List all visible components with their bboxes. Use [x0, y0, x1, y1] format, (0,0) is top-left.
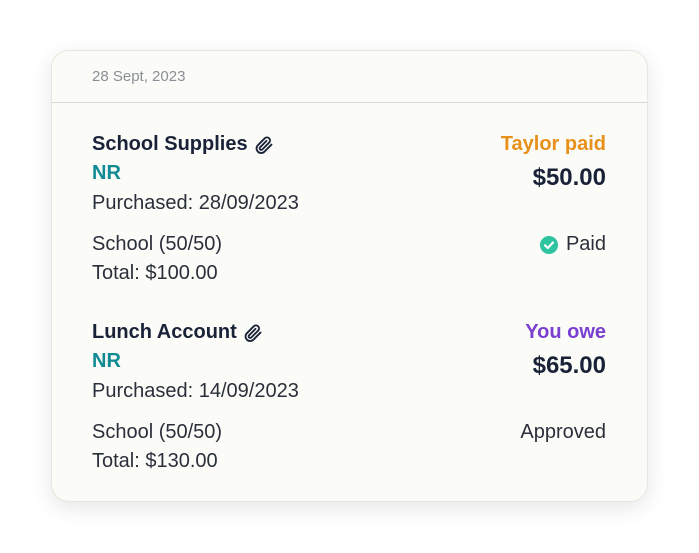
status-label: Approved	[520, 421, 606, 443]
payment-status: Approved	[520, 421, 606, 444]
expense-amount: $65.00	[532, 352, 606, 379]
expense-amount: $50.00	[532, 164, 606, 191]
payer-initials: NR	[92, 350, 121, 372]
expense-total: Total: $130.00	[92, 450, 218, 472]
date-label: 28 Sept, 2023	[92, 68, 186, 85]
expense-total: Total: $100.00	[92, 262, 218, 284]
purchase-date: Purchased: 28/09/2023	[92, 192, 299, 214]
payer-status: You owe	[525, 321, 606, 343]
purchase-date: Purchased: 14/09/2023	[92, 380, 299, 402]
payer-initials: NR	[92, 162, 121, 184]
payment-status: Paid	[539, 233, 606, 256]
date-header: 28 Sept, 2023	[52, 51, 647, 103]
paperclip-icon[interactable]	[243, 323, 263, 343]
check-circle-icon	[539, 235, 558, 254]
payer-status: Taylor paid	[500, 133, 606, 155]
expense-category: School (50/50)	[92, 421, 223, 443]
expense-card: 28 Sept, 2023 School Supplies NR Purchas…	[51, 50, 648, 502]
expense-title-row: School Supplies	[92, 133, 274, 156]
status-label: Paid	[565, 233, 606, 255]
paperclip-icon[interactable]	[254, 135, 274, 155]
expense-title-row: Lunch Account	[92, 321, 263, 344]
expense-title: Lunch Account	[92, 321, 237, 343]
expense-title: School Supplies	[92, 133, 248, 155]
expense-category: School (50/50)	[92, 233, 223, 255]
